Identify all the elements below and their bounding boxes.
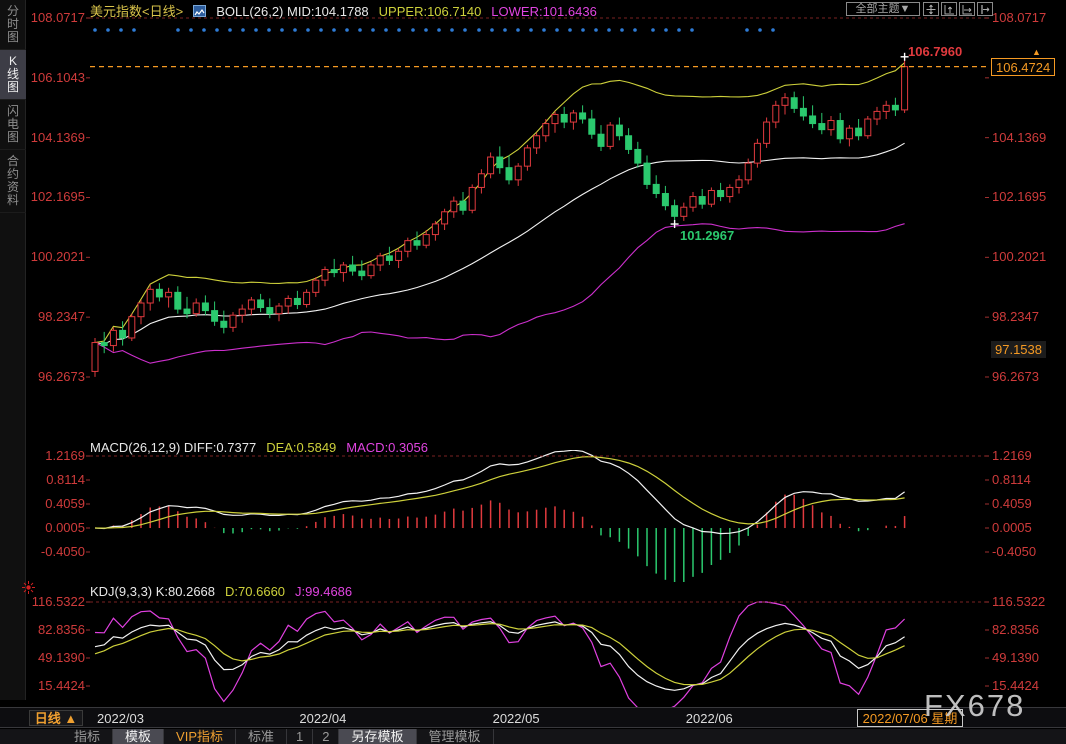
- axis-tick-label: 82.8356: [26, 623, 85, 637]
- session-high-annotation: 106.7960: [908, 44, 962, 59]
- axis-tick-label: 98.2347: [992, 310, 1064, 324]
- tab-2[interactable]: 2: [313, 729, 339, 744]
- timeline-bar: 日线 ▲ 2022/03 2022/04 2022/05 2022/06 202…: [0, 707, 1066, 728]
- axis-tick-label: 49.1390: [26, 651, 85, 665]
- last-price-box: 106.4724: [991, 58, 1055, 76]
- axis-tick-label: 106.1043: [26, 71, 85, 85]
- app-window: 分时图 K线图 闪电图 合约资料 美元指数<日线> BOLL(26,2) MID:…: [0, 0, 1066, 744]
- axis-tick-label: 82.8356: [992, 623, 1064, 637]
- axis-tick-label: 98.2347: [26, 310, 85, 324]
- axis-tick-label: 96.2673: [992, 370, 1064, 384]
- axis-tick-label: -0.4050: [992, 545, 1064, 559]
- axis-tick-label: 0.0005: [992, 521, 1064, 535]
- axis-tick-label: 116.5322: [26, 595, 85, 609]
- tab-templates[interactable]: 模板: [113, 729, 164, 744]
- macd-value-label: MACD:0.3056: [346, 440, 428, 455]
- tab-vip-indicators[interactable]: VIP指标: [164, 729, 236, 744]
- axis-tick-label: -0.4050: [26, 545, 85, 559]
- symbol-title: 美元指数<日线>: [90, 4, 183, 19]
- axis-tick-label: 0.8114: [992, 473, 1064, 487]
- tab-1[interactable]: 1: [287, 729, 313, 744]
- indicator-settings-icon[interactable]: [21, 580, 36, 595]
- sidebar-item-lightning-chart[interactable]: 闪电图: [0, 100, 26, 150]
- axis-tick-label: 0.4059: [992, 497, 1064, 511]
- boll-params-label: BOLL(26,2) MID:104.1788: [216, 4, 368, 19]
- watermark: FX678: [924, 688, 1025, 724]
- macd-panel-header: MACD(26,12,9) DIFF:0.7377 DEA:0.5849 MACD:…: [90, 440, 438, 455]
- tab-bar-spacer: [0, 729, 62, 744]
- period-selector[interactable]: 日线 ▲: [29, 710, 83, 726]
- tab-save-template[interactable]: 另存模板: [339, 729, 416, 744]
- sidebar-item-kline-chart[interactable]: K线图: [0, 50, 26, 100]
- axis-tick-label: 108.0717: [992, 11, 1064, 25]
- axis-tick-label: 15.4424: [26, 679, 85, 693]
- axis-tick-label: 116.5322: [992, 595, 1064, 609]
- tab-indicators[interactable]: 指标: [62, 729, 113, 744]
- crosshair-move-icon[interactable]: [923, 2, 939, 16]
- axis-tick-label: 102.1695: [992, 190, 1064, 204]
- x-axis-label: 2022/05: [493, 711, 540, 726]
- boll-lower-label: LOWER:101.6436: [491, 4, 597, 19]
- theme-dropdown[interactable]: 全部主题▼: [846, 2, 920, 16]
- kdj-d-label: D:70.6660: [225, 584, 285, 599]
- axis-tick-label: 108.0717: [26, 11, 85, 25]
- chart-header: 美元指数<日线> BOLL(26,2) MID:104.1788 UPPER:106…: [90, 1, 607, 16]
- tab-manage-templates[interactable]: 管理模板: [417, 729, 494, 744]
- chart-canvas[interactable]: [0, 0, 1066, 744]
- kdj-j-label: J:99.4686: [295, 584, 352, 599]
- axis-tick-label: 96.2673: [26, 370, 85, 384]
- axis-tick-label: 1.2169: [26, 449, 85, 463]
- scale-y-axis-icon[interactable]: [941, 2, 957, 16]
- axis-tick-label: 104.1369: [992, 131, 1064, 145]
- sidebar-item-time-chart[interactable]: 分时图: [0, 0, 26, 50]
- shift-right-icon[interactable]: [977, 2, 993, 16]
- axis-tick-label: 1.2169: [992, 449, 1064, 463]
- right-axis-marker: 97.1538: [991, 341, 1046, 358]
- axis-tick-label: 0.8114: [26, 473, 85, 487]
- axis-tick-label: 104.1369: [26, 131, 85, 145]
- macd-dea-label: DEA:0.5849: [266, 440, 336, 455]
- x-axis-label: 2022/03: [97, 711, 144, 726]
- scale-x-axis-icon[interactable]: [959, 2, 975, 16]
- kdj-k-label: KDJ(9,3,3) K:80.2668: [90, 584, 215, 599]
- chart-icon: [193, 5, 206, 17]
- sidebar-item-contract-info[interactable]: 合约资料: [0, 150, 26, 213]
- axis-tick-label: 0.4059: [26, 497, 85, 511]
- axis-tick-label: 102.1695: [26, 190, 85, 204]
- x-axis-label: 2022/04: [299, 711, 346, 726]
- x-axis-label: 2022/06: [686, 711, 733, 726]
- axis-tick-label: 100.2021: [26, 250, 85, 264]
- tab-standard[interactable]: 标准: [236, 729, 287, 744]
- macd-diff-label: MACD(26,12,9) DIFF:0.7377: [90, 440, 256, 455]
- kdj-panel-header: KDJ(9,3,3) K:80.2668 D:70.6660 J:99.4686: [90, 584, 362, 599]
- axis-tick-label: 0.0005: [26, 521, 85, 535]
- axis-tick-label: 49.1390: [992, 651, 1064, 665]
- boll-upper-label: UPPER:106.7140: [379, 4, 482, 19]
- price-up-arrow-icon: ▲: [1032, 47, 1041, 57]
- template-tab-bar: 指标 模板 VIP指标 标准 1 2 另存模板 管理模板: [0, 729, 1066, 744]
- session-low-annotation: 101.2967: [680, 228, 734, 243]
- axis-tick-label: 100.2021: [992, 250, 1064, 264]
